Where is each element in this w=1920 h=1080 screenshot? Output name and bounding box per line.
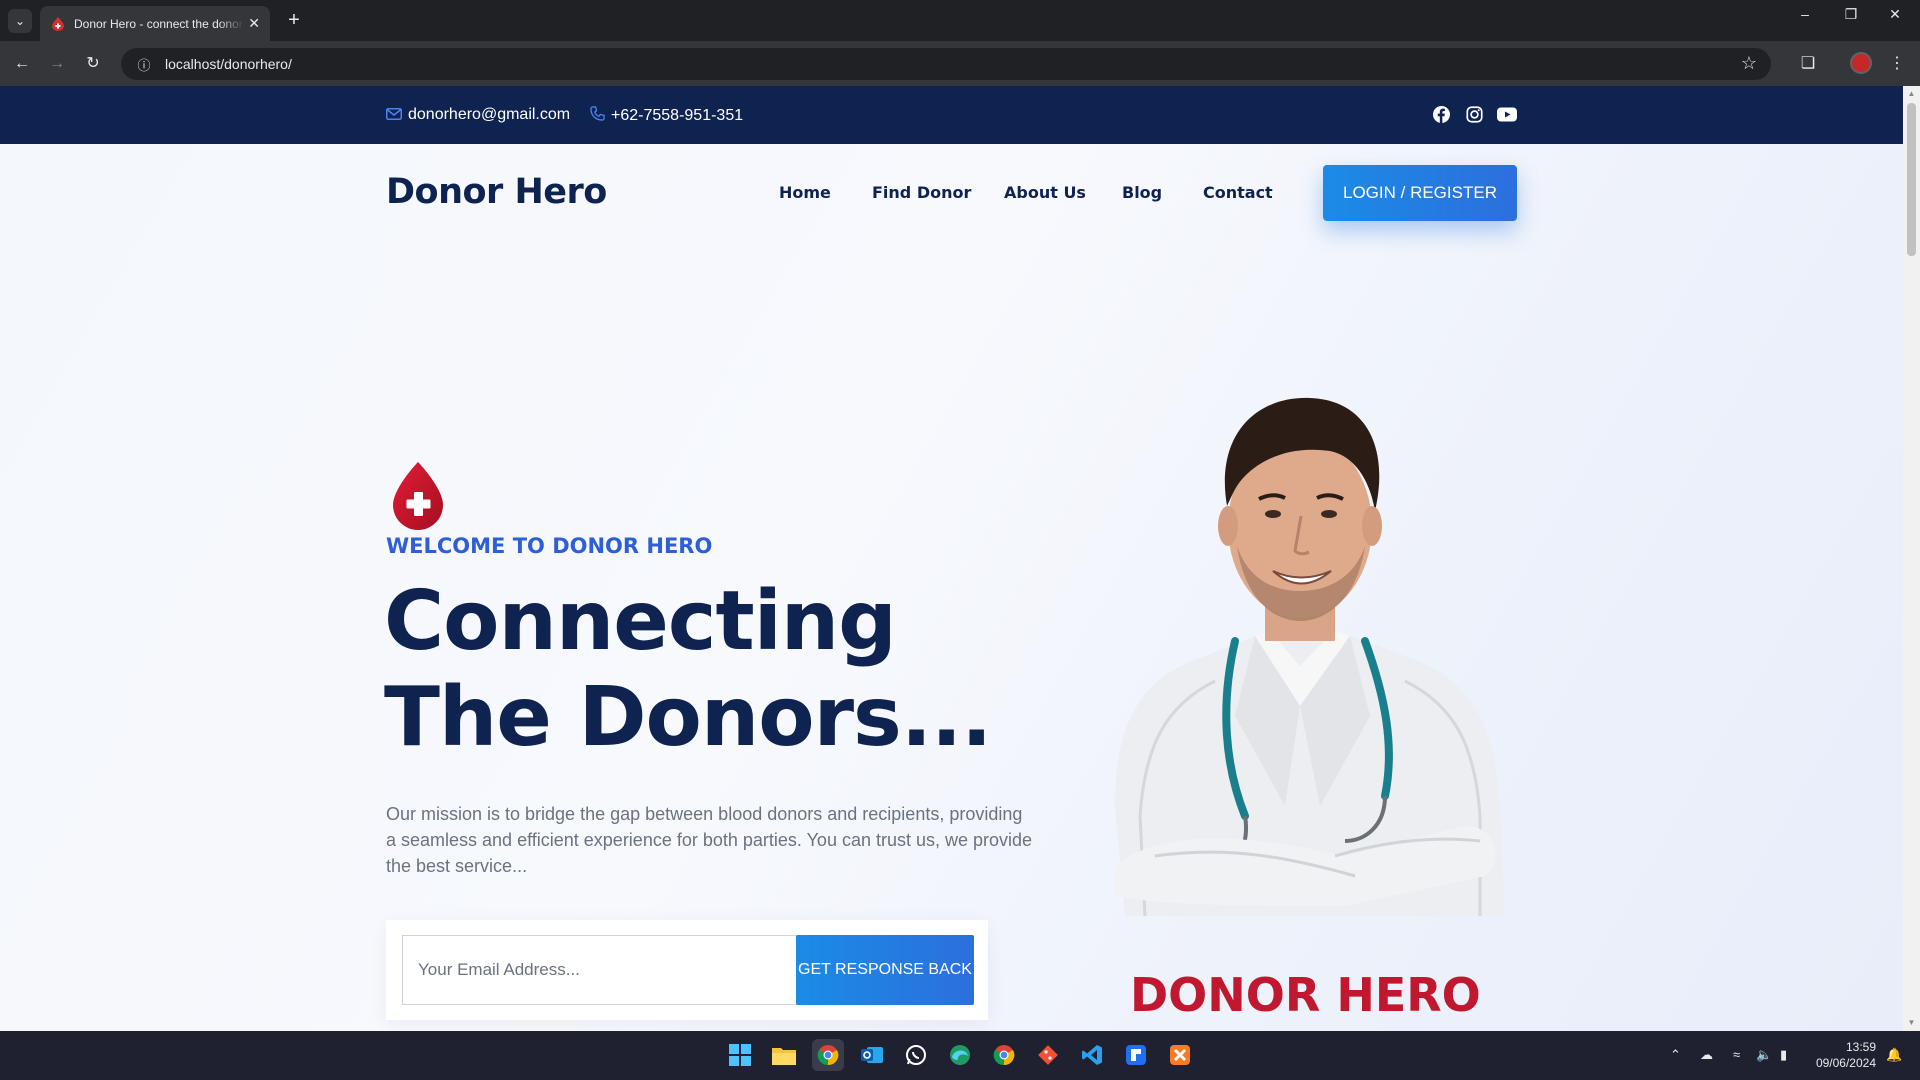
address-bar[interactable]: ⓘ localhost/donorhero/ ☆ <box>121 48 1771 80</box>
contact-phone[interactable]: +62-7558-951-351 <box>590 106 743 125</box>
mail-icon <box>386 107 402 124</box>
outlook-icon[interactable] <box>856 1039 888 1071</box>
login-register-button[interactable]: LOGIN / REGISTER <box>1323 165 1517 221</box>
site-logo[interactable]: Donor Hero <box>386 172 607 212</box>
tab-title: Donor Hero - connect the donor <box>74 16 243 31</box>
clock-date: 09/06/2024 <box>1815 1056 1876 1070</box>
vscode-icon[interactable] <box>1076 1039 1108 1071</box>
edge-icon[interactable] <box>944 1039 976 1071</box>
back-icon[interactable]: ← <box>9 51 35 77</box>
doctor-photo <box>1085 386 1520 917</box>
contact-email[interactable]: donorhero@gmail.com <box>386 106 570 124</box>
windows-start-icon[interactable] <box>724 1039 756 1071</box>
nav-contact[interactable]: Contact <box>1203 183 1273 202</box>
blood-drop-icon <box>389 460 447 532</box>
file-explorer-icon[interactable] <box>768 1039 800 1071</box>
scroll-thumb[interactable] <box>1907 103 1916 256</box>
minimize-button[interactable]: – <box>1790 6 1820 22</box>
volume-icon[interactable]: 🔈 <box>1756 1047 1772 1063</box>
nav-about-us[interactable]: About Us <box>1004 183 1086 202</box>
profile-avatar[interactable] <box>1850 52 1872 74</box>
browser-tab[interactable]: Donor Hero - connect the donor ✕ <box>40 6 270 41</box>
instagram-icon[interactable] <box>1464 104 1484 124</box>
hero-title: Connecting The Donors... <box>384 574 992 766</box>
chrome-icon[interactable] <box>812 1039 844 1071</box>
subscribe-form: GET RESPONSE BACK <box>386 920 988 1020</box>
notification-bell-icon[interactable]: 🔔 <box>1886 1047 1902 1063</box>
email-text[interactable]: donorhero@gmail.com <box>408 106 570 124</box>
scroll-up-icon[interactable]: ▲ <box>1907 89 1916 98</box>
whatsapp-icon[interactable] <box>900 1039 932 1071</box>
top-contact-bar: donorhero@gmail.com +62-7558-951-351 <box>0 86 1903 144</box>
hero-title-line-2: The Donors... <box>384 670 992 765</box>
forward-icon[interactable]: → <box>44 51 70 77</box>
browser-tab-strip: ⌄ Donor Hero - connect the donor ✕ + – ❐… <box>0 0 1920 41</box>
blood-drop-favicon-icon <box>50 16 66 32</box>
extensions-icon[interactable]: ❏ <box>1795 51 1821 77</box>
url-text[interactable]: localhost/donorhero/ <box>165 56 292 72</box>
tab-search-button[interactable]: ⌄ <box>8 9 32 33</box>
battery-icon[interactable]: ▮ <box>1780 1047 1787 1063</box>
scroll-down-icon[interactable]: ▼ <box>1907 1018 1916 1027</box>
clock-time: 13:59 <box>1845 1040 1876 1054</box>
menu-icon[interactable]: ⋮ <box>1884 51 1910 77</box>
wifi-icon[interactable]: ≈ <box>1733 1047 1740 1062</box>
phone-text[interactable]: +62-7558-951-351 <box>611 107 743 125</box>
xampp-icon[interactable] <box>1164 1039 1196 1071</box>
hero-eyebrow: WELCOME TO DONOR HERO <box>386 534 713 558</box>
youtube-icon[interactable] <box>1497 104 1517 124</box>
chrome-profile-icon[interactable] <box>988 1039 1020 1071</box>
reload-icon[interactable]: ↻ <box>80 51 106 77</box>
close-window-button[interactable]: ✕ <box>1880 6 1910 23</box>
nav-blog[interactable]: Blog <box>1122 183 1162 202</box>
page-viewport: donorhero@gmail.com +62-7558-951-351 Don… <box>0 86 1903 1031</box>
site-header: Donor Hero Home Find Donor About Us Blog… <box>0 144 1903 238</box>
hero-description: Our mission is to bridge the gap between… <box>386 804 1033 876</box>
onedrive-icon[interactable]: ☁ <box>1700 1047 1713 1063</box>
hero-brand-text: DONOR HERO <box>1130 968 1481 1022</box>
email-field[interactable] <box>402 935 802 1005</box>
facebook-icon[interactable] <box>1431 104 1451 124</box>
get-response-button[interactable]: GET RESPONSE BACK <box>796 935 974 1005</box>
bookmark-star-icon[interactable]: ☆ <box>1741 53 1757 74</box>
system-clock[interactable]: 13:59 09/06/2024 <box>1810 1039 1876 1071</box>
tray-overflow-icon[interactable]: ⌃ <box>1670 1047 1681 1063</box>
restore-button[interactable]: ❐ <box>1836 6 1866 23</box>
hero-title-line-1: Connecting <box>384 574 897 669</box>
windows-taskbar: ⌃ ☁ ≈ 🔈 ▮ 13:59 09/06/2024 🔔 <box>0 1031 1920 1080</box>
phone-icon <box>590 106 605 125</box>
nav-home[interactable]: Home <box>779 183 831 202</box>
site-info-icon[interactable]: ⓘ <box>135 55 153 73</box>
new-tab-button[interactable]: + <box>282 8 306 32</box>
nav-find-donor[interactable]: Find Donor <box>872 183 971 202</box>
page-scrollbar[interactable]: ▲ ▼ <box>1903 86 1920 1031</box>
git-icon[interactable] <box>1032 1039 1064 1071</box>
tab-close-icon[interactable]: ✕ <box>248 15 260 32</box>
browser-toolbar: ← → ↻ ⓘ localhost/donorhero/ ☆ ❏ ⋮ <box>0 41 1920 86</box>
app-blue-icon[interactable] <box>1120 1039 1152 1071</box>
